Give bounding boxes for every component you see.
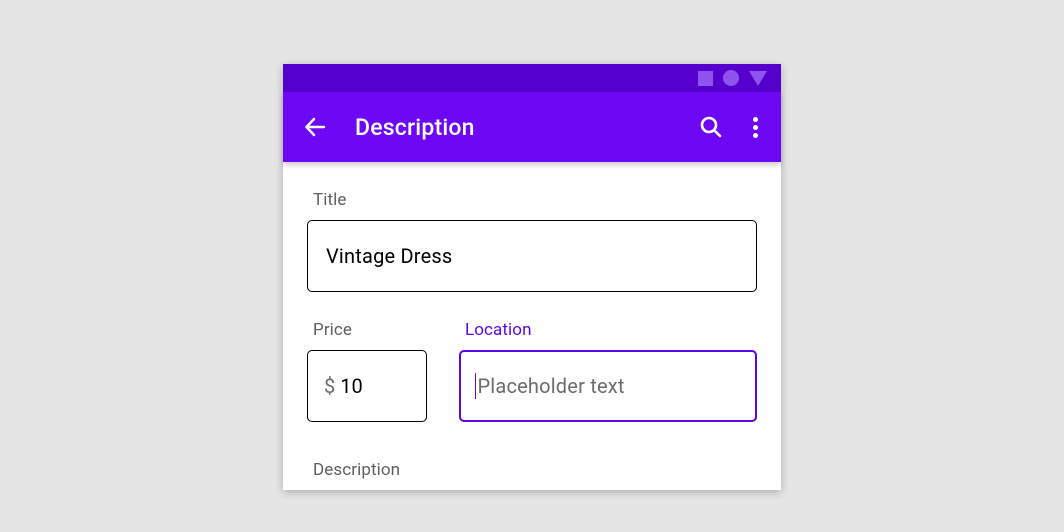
search-button[interactable]: [699, 115, 723, 139]
app-bar: Description: [283, 92, 781, 162]
title-field[interactable]: [307, 220, 757, 292]
phone-frame: Description Title Price $ 10: [283, 64, 781, 490]
price-label: Price: [313, 320, 427, 340]
location-field[interactable]: [459, 350, 757, 422]
price-value: 10: [340, 374, 362, 398]
more-button[interactable]: [743, 115, 767, 139]
status-square-icon: [698, 71, 713, 86]
search-icon: [699, 115, 723, 139]
more-vert-icon: [753, 117, 758, 122]
location-input[interactable]: [477, 374, 741, 398]
arrow-left-icon: [303, 115, 327, 139]
status-bar: [283, 64, 781, 92]
description-label: Description: [313, 460, 757, 480]
back-button[interactable]: [303, 115, 327, 139]
price-currency: $: [324, 374, 335, 398]
text-cursor: [475, 373, 476, 399]
appbar-title: Description: [355, 114, 679, 141]
form-content: Title Price $ 10 Location Description: [283, 162, 781, 480]
status-circle-icon: [723, 70, 739, 86]
title-label: Title: [313, 190, 757, 210]
title-input[interactable]: [326, 244, 738, 268]
price-field[interactable]: $ 10: [307, 350, 427, 422]
status-triangle-icon: [749, 71, 767, 86]
location-label: Location: [465, 320, 757, 340]
